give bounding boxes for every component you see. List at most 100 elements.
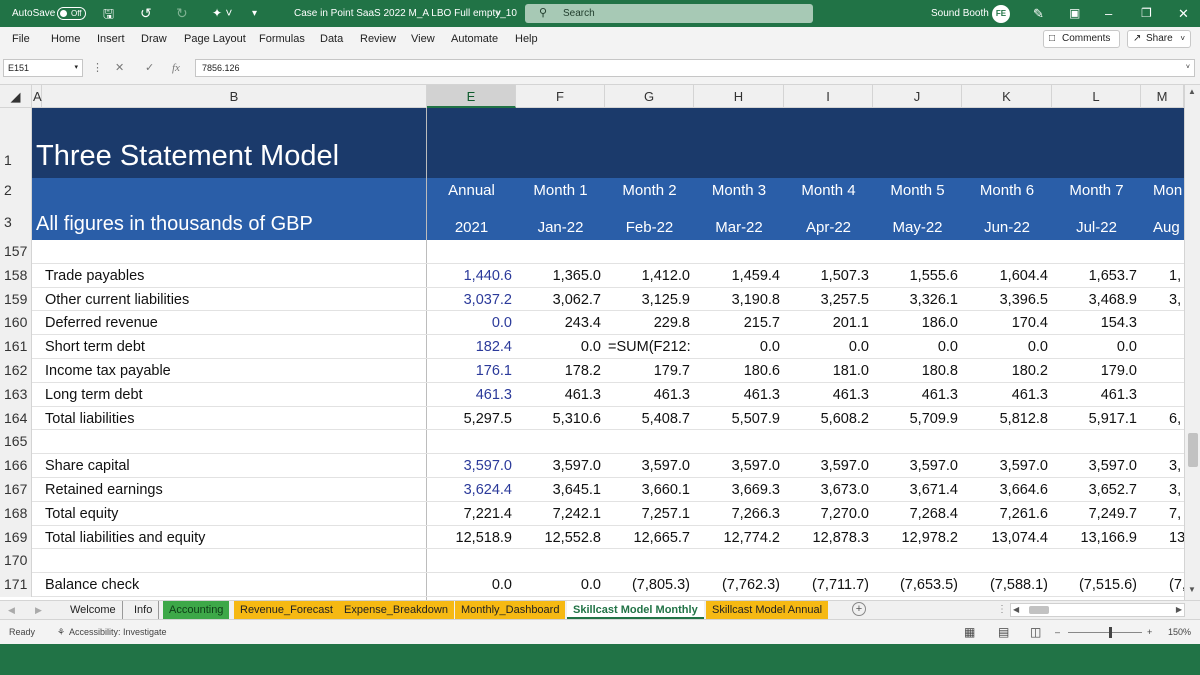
value-cell[interactable]: 7,242.1 <box>516 502 605 525</box>
value-cell[interactable]: 13, <box>1141 526 1184 549</box>
insert-function-icon[interactable]: fx <box>172 59 180 77</box>
value-cell[interactable]: 3,664.6 <box>962 478 1052 501</box>
period-label[interactable]: Month 3 <box>694 182 784 199</box>
menu-page-layout[interactable]: Page Layout <box>184 27 246 51</box>
row-header[interactable]: 157 <box>0 240 32 264</box>
row-header[interactable]: 169 <box>0 525 32 550</box>
value-cell[interactable]: 1,604.4 <box>962 264 1052 287</box>
value-cell[interactable]: 12,665.7 <box>605 526 694 549</box>
row-header[interactable]: 167 <box>0 478 32 502</box>
scroll-left-icon[interactable]: ◀ <box>1013 604 1019 616</box>
user-name[interactable]: Sound Booth <box>931 0 989 27</box>
value-cell[interactable]: 0.0 <box>427 311 516 334</box>
value-cell[interactable]: 461.3 <box>516 383 605 406</box>
cancel-icon[interactable]: ✕ <box>115 59 124 77</box>
period-date[interactable]: Feb-22 <box>605 219 694 236</box>
period-label[interactable]: Month 2 <box>605 182 694 199</box>
row-label-cell[interactable]: Retained earnings <box>32 478 427 501</box>
value-cell[interactable]: 461.3 <box>605 383 694 406</box>
value-cell[interactable]: 180.2 <box>962 359 1052 382</box>
value-cell[interactable]: 3,660.1 <box>605 478 694 501</box>
value-cell[interactable]: 3,125.9 <box>605 288 694 311</box>
value-cell[interactable]: 3,257.5 <box>784 288 873 311</box>
sheet-tab[interactable]: Skillcast Model Monthly <box>567 601 704 619</box>
value-cell[interactable]: 154.3 <box>1052 311 1141 334</box>
value-cell[interactable]: 5,310.6 <box>516 407 605 430</box>
value-cell[interactable]: 5,297.5 <box>427 407 516 430</box>
value-cell[interactable] <box>1052 240 1141 263</box>
value-cell[interactable]: 182.4 <box>427 335 516 358</box>
sheet-tab[interactable]: Welcome <box>64 601 123 619</box>
value-cell[interactable]: 461.3 <box>962 383 1052 406</box>
column-header-l[interactable]: L <box>1052 85 1141 108</box>
period-label[interactable]: Month 6 <box>962 182 1052 199</box>
scroll-down-icon[interactable]: ▼ <box>1188 585 1196 594</box>
value-cell[interactable]: 178.2 <box>516 359 605 382</box>
value-cell[interactable]: 5,917.1 <box>1052 407 1141 430</box>
clear-format-icon[interactable]: ✦ ˅ <box>212 0 232 27</box>
zoom-out-icon[interactable]: – <box>1055 620 1060 645</box>
column-header-a[interactable]: A <box>32 85 42 108</box>
row-header[interactable]: 171 <box>0 573 32 597</box>
period-date[interactable]: 2021 <box>427 219 516 236</box>
column-header-i[interactable]: I <box>784 85 873 108</box>
column-header-b[interactable]: B <box>42 85 427 108</box>
row-label-cell[interactable] <box>32 430 427 453</box>
value-cell[interactable]: 12,978.2 <box>873 526 962 549</box>
value-cell[interactable]: 229.8 <box>605 311 694 334</box>
horizontal-scroll-thumb[interactable] <box>1029 606 1049 614</box>
pen-icon[interactable]: ✎ <box>1033 0 1044 27</box>
vertical-scrollbar[interactable]: ▲ ▼ <box>1184 85 1200 600</box>
column-header-e[interactable]: E <box>427 85 516 108</box>
row-label-cell[interactable]: Trade payables <box>32 264 427 287</box>
value-cell[interactable]: 179.0 <box>1052 359 1141 382</box>
sheet-tab[interactable]: Skillcast Model Annual <box>706 601 829 619</box>
value-cell[interactable]: 7,261.6 <box>962 502 1052 525</box>
row-header[interactable]: 161 <box>0 335 32 359</box>
value-cell[interactable] <box>1052 549 1141 572</box>
value-cell[interactable]: 7,268.4 <box>873 502 962 525</box>
formula-input[interactable]: 7856.126 ˅ <box>195 59 1195 77</box>
value-cell[interactable]: 3,037.2 <box>427 288 516 311</box>
row-label-cell[interactable]: Deferred revenue <box>32 311 427 334</box>
value-cell[interactable]: 3,597.0 <box>605 454 694 477</box>
value-cell[interactable]: 186.0 <box>873 311 962 334</box>
value-cell[interactable]: (7,515.6) <box>1052 573 1141 596</box>
value-cell[interactable]: 3,652.7 <box>1052 478 1141 501</box>
file-title[interactable]: Case in Point SaaS 2022 M_A LBO Full emp… <box>294 0 517 27</box>
value-cell[interactable] <box>873 430 962 453</box>
value-cell[interactable]: 0.0 <box>873 335 962 358</box>
share-button[interactable]: ↗ Share ˅ <box>1127 30 1191 48</box>
row-header[interactable]: 162 <box>0 359 32 383</box>
value-cell[interactable]: 461.3 <box>784 383 873 406</box>
menu-view[interactable]: View <box>411 27 435 51</box>
menu-data[interactable]: Data <box>320 27 343 51</box>
chevron-down-icon[interactable]: ˅ <box>496 0 501 27</box>
row-header[interactable]: 2 <box>0 178 32 204</box>
row-header[interactable]: 163 <box>0 382 32 407</box>
value-cell[interactable]: 3, <box>1141 288 1184 311</box>
value-cell[interactable] <box>1141 359 1184 382</box>
value-cell[interactable]: 13,074.4 <box>962 526 1052 549</box>
zoom-slider-thumb[interactable] <box>1109 627 1112 638</box>
row-header[interactable]: 164 <box>0 406 32 431</box>
horizontal-scrollbar[interactable]: ◀ ▶ <box>1010 603 1185 617</box>
value-cell[interactable]: 13,166.9 <box>1052 526 1141 549</box>
row-header[interactable]: 160 <box>0 311 32 336</box>
value-cell[interactable] <box>427 240 516 263</box>
value-cell[interactable]: 7,270.0 <box>784 502 873 525</box>
value-cell[interactable]: 461.3 <box>427 383 516 406</box>
value-cell[interactable]: 3, <box>1141 478 1184 501</box>
value-cell[interactable]: 3,326.1 <box>873 288 962 311</box>
name-box[interactable]: E151 ▾ <box>3 59 83 77</box>
value-cell[interactable]: 461.3 <box>873 383 962 406</box>
value-cell[interactable] <box>516 430 605 453</box>
sheet-tab[interactable]: Info <box>128 601 160 619</box>
value-cell[interactable]: 3,062.7 <box>516 288 605 311</box>
value-cell[interactable]: 1,412.0 <box>605 264 694 287</box>
value-cell[interactable] <box>873 240 962 263</box>
menu-file[interactable]: File <box>12 27 30 51</box>
row-header[interactable]: 1 <box>0 108 32 178</box>
value-cell[interactable] <box>1052 430 1141 453</box>
value-cell[interactable]: (7, <box>1141 573 1184 596</box>
